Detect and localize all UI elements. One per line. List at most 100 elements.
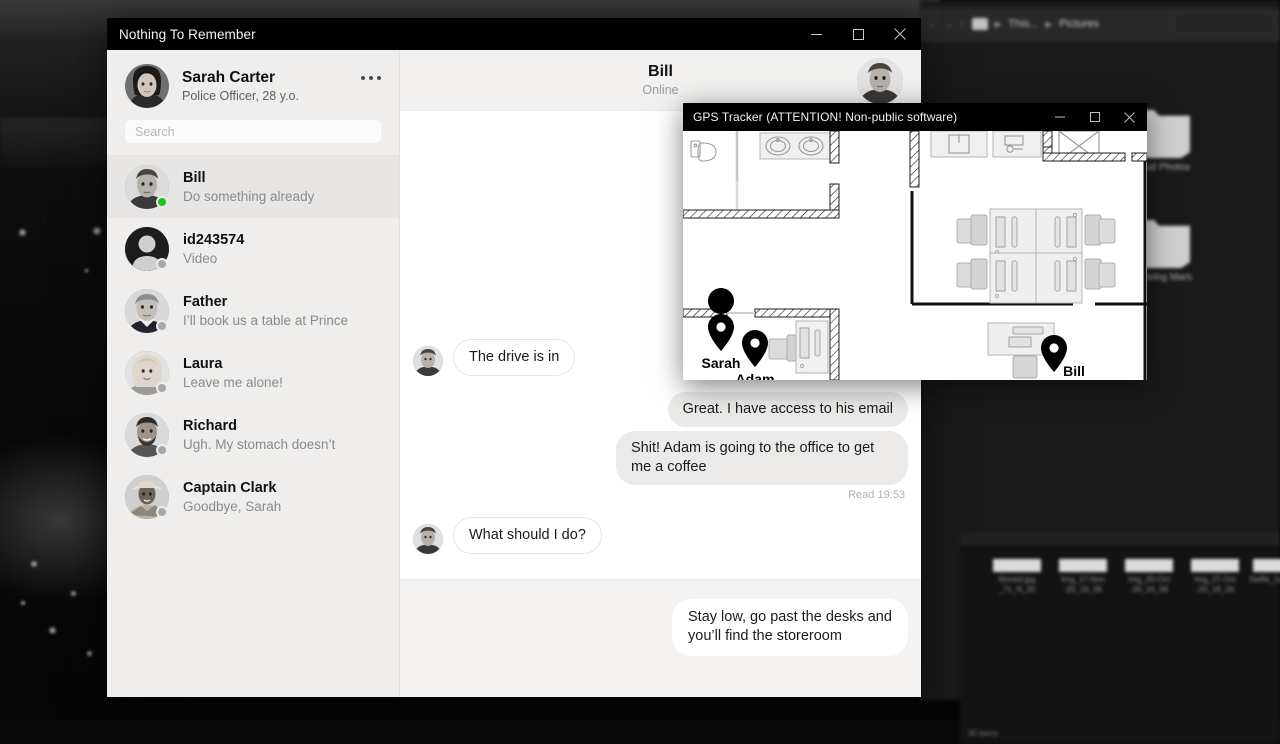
gps-window-title: GPS Tracker (ATTENTION! Non-public softw… [683, 110, 957, 124]
chat-name: Captain Clark [183, 480, 281, 497]
more-options-icon[interactable] [361, 76, 381, 80]
sidebar: Sarah Carter Police Officer, 28 y.o. [107, 50, 400, 697]
status-badge-offline [156, 444, 168, 456]
avatar [125, 165, 169, 209]
draft-message-bubble[interactable]: Stay low, go past the desks and you’ll f… [672, 599, 908, 656]
file-preview [1059, 559, 1107, 572]
back-icon[interactable]: ← [928, 19, 937, 29]
current-user-name: Sarah Carter [182, 69, 299, 87]
svg-text:Adam: Adam [736, 371, 775, 380]
chat-preview: Leave me alone! [183, 375, 283, 390]
breadcrumb-item-pictures[interactable]: Pictures [1059, 18, 1099, 30]
svg-text:Bill: Bill [1063, 363, 1085, 379]
conversation-title: Bill [642, 63, 678, 81]
floor-plan-map[interactable]: Sarah Adam Bill [683, 131, 1147, 380]
file-thumb[interactable]: Img_27-Oct -20_16_06 [1186, 559, 1244, 595]
chat-preview: Ugh. My stomach doesn’t [183, 437, 335, 452]
message-bubble: The drive is in [453, 339, 575, 376]
chevron-right-icon: ▶ [1045, 19, 1052, 30]
gps-titlebar[interactable]: GPS Tracker (ATTENTION! Non-public softw… [683, 103, 1147, 131]
chevron-right-icon: ▶ [995, 19, 1002, 30]
chat-preview: Do something already [183, 189, 314, 204]
maximize-icon[interactable] [1077, 103, 1112, 131]
chat-list-item-laura[interactable]: Laura Leave me alone! [107, 342, 399, 404]
avatar [125, 64, 169, 108]
message-bubble: Great. I have access to his email [668, 392, 908, 427]
chat-list: Bill Do something already [107, 155, 399, 528]
read-receipt: Read 19:53 [848, 489, 905, 501]
gps-tracker-window[interactable]: GPS Tracker (ATTENTION! Non-public softw… [683, 103, 1147, 380]
avatar [125, 351, 169, 395]
file-label: Img_20-Oct -20_16_06 [1120, 575, 1178, 595]
chat-preview: Video [183, 251, 244, 266]
current-user-row[interactable]: Sarah Carter Police Officer, 28 y.o. [107, 50, 399, 118]
status-badge-offline [156, 258, 168, 270]
chat-list-item-id243574[interactable]: id243574 Video [107, 218, 399, 280]
forward-icon[interactable]: → [944, 19, 953, 29]
chat-name: Father [183, 294, 348, 311]
chat-name: Richard [183, 418, 335, 435]
file-thumb[interactable]: Img_17-Nov -20_16_06 [1054, 559, 1112, 595]
status-badge-online [156, 196, 168, 208]
avatar [125, 289, 169, 333]
chat-list-item-richard[interactable]: Richard Ugh. My stomach doesn’t [107, 404, 399, 466]
messenger-titlebar[interactable]: Nothing To Remember [107, 18, 921, 50]
window-controls[interactable] [795, 18, 921, 50]
chat-preview: Goodbye, Sarah [183, 499, 281, 514]
close-icon[interactable] [879, 18, 921, 50]
file-thumb[interactable]: Img_20-Oct -20_16_06 [1120, 559, 1178, 595]
file-thumb[interactable]: Moved.jpg _71_N_20 [988, 559, 1046, 595]
svg-text:Sarah: Sarah [702, 355, 741, 371]
chat-list-item-bill[interactable]: Bill Do something already [107, 156, 399, 218]
message-bubble: Shit! Adam is going to the office to get… [616, 431, 908, 485]
up-icon[interactable]: ↑ [960, 19, 965, 29]
file-label: Img_17-Nov -20_16_06 [1054, 575, 1112, 595]
chat-list-item-captain-clark[interactable]: Captain Clark Goodbye, Sarah [107, 466, 399, 528]
avatar [413, 346, 443, 376]
file-preview [993, 559, 1041, 572]
file-label: Img_27-Oct -20_16_06 [1186, 575, 1244, 595]
message-row-outgoing: Great. I have access to his email [668, 392, 908, 427]
file-preview [1125, 559, 1173, 572]
close-icon[interactable] [1112, 103, 1147, 131]
avatar [125, 475, 169, 519]
window-title: Nothing To Remember [107, 27, 256, 42]
conversation-header: Bill Online [400, 50, 921, 111]
file-thumb[interactable]: Selfie_1st .mp4 [1248, 559, 1280, 585]
status-badge-offline [156, 506, 168, 518]
file-label: Selfie_1st .mp4 [1248, 575, 1280, 585]
breadcrumb-item-this-pc[interactable]: This... [1008, 18, 1038, 30]
folder-icon [972, 18, 988, 30]
message-row-incoming: What should I do? [413, 517, 602, 554]
avatar [125, 413, 169, 457]
explorer-pane-header [960, 533, 1280, 545]
minimize-icon[interactable] [1042, 103, 1077, 131]
file-preview [1253, 559, 1280, 572]
chat-name: Bill [183, 170, 314, 187]
message-composer[interactable]: Stay low, go past the desks and you’ll f… [400, 579, 921, 697]
chat-preview: I’ll book us a table at Prince [183, 313, 348, 328]
conversation-status: Online [642, 83, 678, 97]
search-container [107, 118, 399, 155]
chat-name: Laura [183, 356, 283, 373]
avatar [413, 524, 443, 554]
explorer-status-bar: 30 items [968, 729, 998, 738]
file-label: Moved.jpg _71_N_20 [988, 575, 1046, 595]
status-badge-offline [156, 320, 168, 332]
maximize-icon[interactable] [837, 18, 879, 50]
avatar [125, 227, 169, 271]
explorer-secondary-pane: Moved.jpg _71_N_20 Img_17-Nov -20_16_06 … [960, 544, 1280, 744]
message-row-outgoing: Shit! Adam is going to the office to get… [616, 431, 908, 485]
current-user-subtitle: Police Officer, 28 y.o. [182, 89, 299, 103]
message-bubble: What should I do? [453, 517, 602, 554]
status-badge-offline [156, 382, 168, 394]
message-row-incoming: The drive is in [413, 339, 575, 376]
breadcrumb[interactable]: ← → ↑ ▶ This... ▶ Pictures [928, 13, 1099, 35]
file-preview [1191, 559, 1239, 572]
minimize-icon[interactable] [795, 18, 837, 50]
chat-name: id243574 [183, 232, 244, 249]
chat-list-item-father[interactable]: Father I’ll book us a table at Prince [107, 280, 399, 342]
explorer-search-input[interactable] [1174, 12, 1274, 34]
search-input[interactable] [125, 120, 381, 143]
conversation-avatar[interactable] [857, 58, 903, 104]
